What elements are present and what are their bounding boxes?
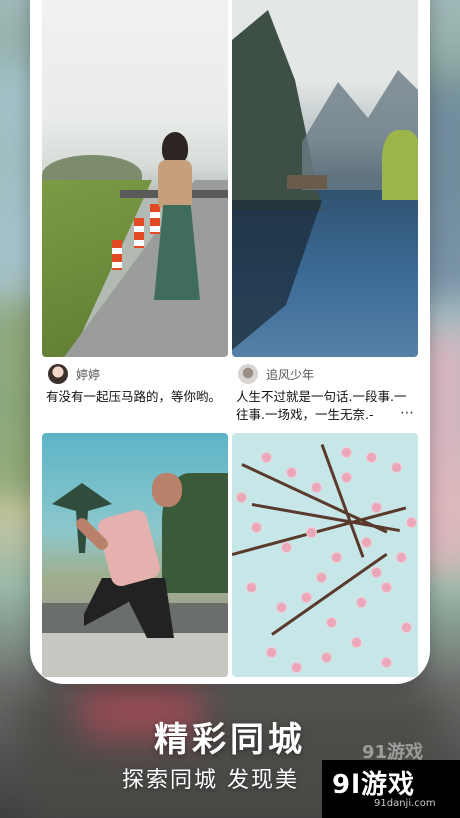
feed-card-image-road[interactable]: [42, 0, 228, 357]
username[interactable]: 追风少年: [266, 366, 314, 383]
avatar[interactable]: [238, 364, 258, 384]
promo-subline: 探索同城 发现美: [122, 768, 299, 793]
username[interactable]: 婷婷: [76, 366, 100, 383]
app-promo-screen: 婷婷 有没有一起压马路的，等你哟。 追风少年 人生不过就是一句话.一段事.一 往…: [0, 0, 460, 818]
watermark-logo: 9l游戏: [332, 770, 416, 800]
watermark-url: 91danji.com: [374, 798, 436, 809]
more-options-icon[interactable]: ⋯: [400, 405, 415, 421]
avatar[interactable]: [48, 364, 68, 384]
phone-frame: 婷婷 有没有一起压马路的，等你哟。 追风少年 人生不过就是一句话.一段事.一 往…: [30, 0, 430, 684]
watermark-logo-box: 9l游戏 91danji.com: [322, 760, 460, 818]
feed-card-image-blossom[interactable]: [232, 433, 418, 677]
card-caption-line-1: 人生不过就是一句话.一段事.一: [236, 389, 407, 404]
card-author-row[interactable]: 追风少年: [238, 364, 418, 386]
feed-card-image-skater[interactable]: [42, 433, 228, 677]
feed-card-image-lake[interactable]: [232, 0, 418, 357]
card-author-row[interactable]: 婷婷: [48, 364, 228, 386]
card-caption: 有没有一起压马路的，等你哟。: [46, 389, 222, 404]
card-caption-line-2: 往事.一场戏，一生无奈.-: [236, 407, 374, 422]
